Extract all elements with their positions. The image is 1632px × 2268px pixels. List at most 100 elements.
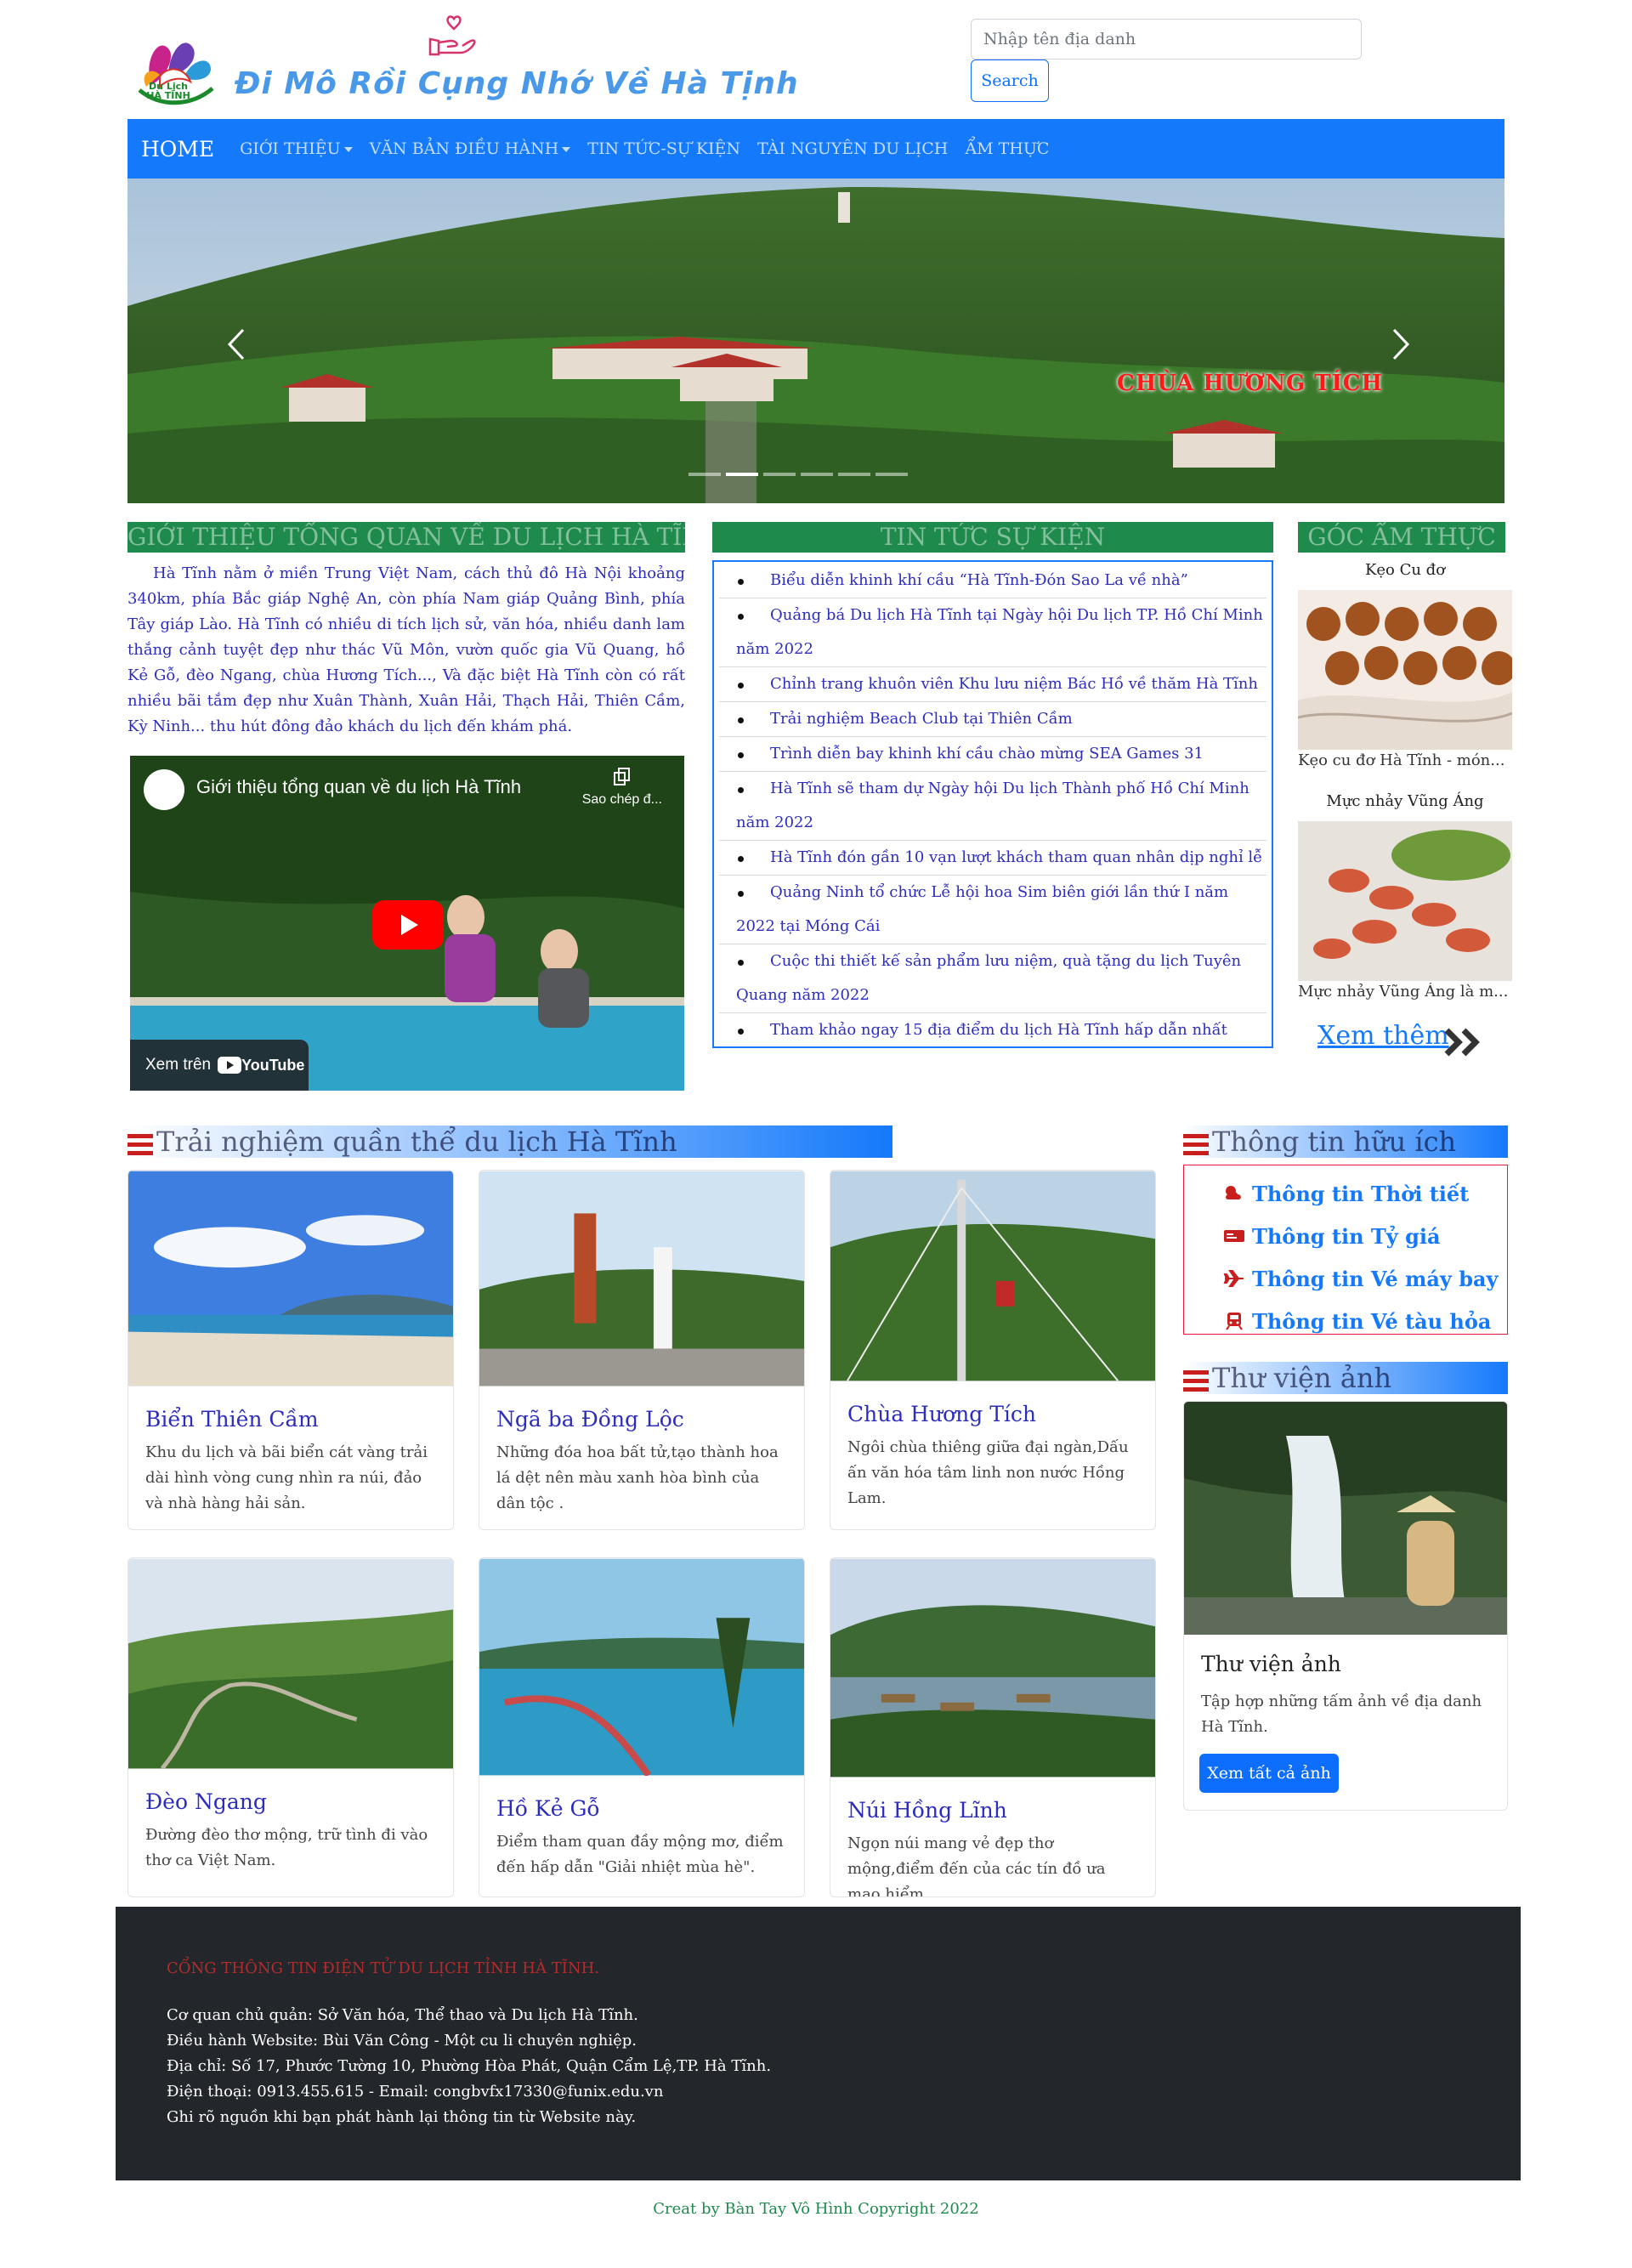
place-card[interactable]: Ngã ba Đồng Lộc Những đóa hoa bất tử,tạo… (479, 1170, 805, 1530)
nav-item-label: GIỚI THIỆU (240, 139, 341, 158)
nav-home[interactable]: HOME (141, 137, 214, 162)
nav-item-gioi-thieu[interactable]: GIỚI THIỆU (240, 139, 353, 158)
news-item[interactable]: Cuộc thi thiết kế sản phẩm lưu niệm, quà… (719, 944, 1266, 1013)
food-image-muc-nhay[interactable] (1298, 821, 1512, 981)
gallery-image[interactable] (1184, 1402, 1508, 1635)
news-heading: TIN TỨC SỰ KIỆN (712, 522, 1273, 553)
place-text: Điểm tham quan đầy mộng mơ, điểm đến hấp… (496, 1833, 784, 1876)
carousel-indicator[interactable] (688, 473, 721, 476)
logo-text: Du Lịch HÀ TĨNH (146, 81, 190, 101)
hand-heart-icon (428, 15, 476, 56)
place-card[interactable]: Đèo Ngang Đường đèo thơ mộng, trữ tình đ… (128, 1557, 454, 1897)
news-item[interactable]: Chỉnh trang khuôn viên Khu lưu niệm Bác … (719, 667, 1266, 702)
gallery-heading: Thư viện ảnh (1183, 1362, 1508, 1394)
place-text: Ngọn núi mang vẻ đẹp thơ mộng,điểm đến c… (847, 1834, 1106, 1897)
food-heading: GÓC ẨM THỰC (1298, 522, 1505, 553)
place-card[interactable]: Chùa Hương Tích Ngôi chùa thiêng giữa đạ… (830, 1170, 1156, 1530)
gallery-card: Thư viện ảnh Tập hợp những tấm ảnh về đị… (1183, 1401, 1508, 1811)
gallery-text: Tập hợp những tấm ảnh về địa danh Hà Tĩn… (1201, 1692, 1482, 1736)
hero-carousel: CHÙA HƯƠNG TÍCH (128, 179, 1504, 503)
weather-info-link[interactable]: Thông tin Thời tiết (1184, 1172, 1507, 1215)
double-chevron-right-icon[interactable] (1442, 1027, 1484, 1057)
carousel-next-icon[interactable] (1384, 323, 1418, 366)
nav-item-label: VĂN BẢN ĐIỀU HÀNH (369, 139, 559, 158)
carousel-indicator-active[interactable] (726, 473, 758, 476)
search-input[interactable] (971, 19, 1362, 60)
video-title[interactable]: Giới thiệu tổng quan về du lịch Hà Tĩnh (196, 776, 521, 798)
food-name: Kẹo Cu đơ (1364, 561, 1446, 579)
caret-down-icon (343, 147, 353, 152)
carousel-slide-image (128, 179, 1504, 503)
news-item[interactable]: Hà Tĩnh đón gần 10 vạn lượt khách tham q… (719, 841, 1266, 876)
place-image-chua-huong-tich (830, 1171, 1155, 1381)
footer-line: Điện thoại: 0913.455.615 - Email: congbv… (167, 2083, 664, 2101)
useful-item-label: Thông tin Vé máy bay (1252, 1266, 1499, 1291)
news-item[interactable]: Biểu diễn khinh khí cầu “Hà Tĩnh-Đón Sao… (719, 564, 1266, 598)
menu-icon (1183, 1133, 1209, 1155)
place-title[interactable]: Chùa Hương Tích (847, 1402, 1138, 1426)
news-item[interactable]: Tham khảo ngay 15 địa điểm du lịch Hà Tĩ… (719, 1013, 1266, 1047)
news-list: Biểu diễn khinh khí cầu “Hà Tĩnh-Đón Sao… (712, 560, 1273, 1048)
place-title[interactable]: Núi Hồng Lĩnh (847, 1798, 1138, 1823)
footer-line: Địa chỉ: Số 17, Phước Tường 10, Phường H… (167, 2057, 772, 2075)
footer-line: Cơ quan chủ quản: Sở Văn hóa, Thể thao v… (167, 2006, 638, 2024)
place-card[interactable]: Biển Thiên Cầm Khu du lịch và bãi biển c… (128, 1170, 454, 1530)
carousel-indicator[interactable] (876, 473, 908, 476)
news-item[interactable]: Trình diễn bay khinh khí cầu chào mừng S… (719, 737, 1266, 772)
nav-item-am-thuc[interactable]: ẨM THỰC (965, 139, 1049, 158)
place-title[interactable]: Biển Thiên Cầm (145, 1407, 436, 1432)
weather-icon (1226, 1186, 1241, 1199)
useful-item-label: Thông tin Thời tiết (1252, 1181, 1470, 1206)
play-icon[interactable] (372, 900, 444, 950)
copy-link-button[interactable]: Sao chép đ... (582, 766, 662, 808)
news-item[interactable]: Trải nghiệm Beach Club tại Thiên Cầm (719, 702, 1266, 737)
news-item[interactable]: Quảng Ninh tổ chức Lễ hội hoa Sim biên g… (719, 876, 1266, 944)
place-text: Khu du lịch và bãi biển cát vàng trải dà… (145, 1443, 428, 1512)
news-item[interactable]: Hà Tĩnh sẽ tham dự Ngày hội Du lịch Thàn… (719, 772, 1266, 841)
flight-ticket-link[interactable]: Thông tin Vé máy bay (1184, 1257, 1507, 1300)
news-item[interactable]: Quảng bá Du lịch Hà Tĩnh tại Ngày hội Du… (719, 598, 1266, 667)
site-logo[interactable] (134, 26, 216, 117)
carousel-prev-icon[interactable] (219, 323, 253, 366)
menu-icon (1183, 1369, 1209, 1392)
place-image-bien-thien-cam (128, 1171, 453, 1386)
see-more-link[interactable]: Xem thêm (1318, 1021, 1449, 1051)
watch-on-youtube-button[interactable]: Xem trên YouTube (130, 1040, 309, 1091)
plane-icon (1223, 1270, 1244, 1287)
place-image-ho-ke-go (479, 1558, 804, 1778)
carousel-indicators (688, 473, 913, 476)
view-all-photos-button[interactable]: Xem tất cả ảnh (1199, 1754, 1339, 1793)
food-desc: Mực nhảy Vũng Áng là m... (1298, 983, 1509, 1001)
intro-text: Hà Tĩnh nằm ở miền Trung Việt Nam, cách … (128, 564, 685, 735)
channel-avatar[interactable] (144, 769, 184, 810)
watch-label: Xem trên (145, 1056, 212, 1074)
gallery-heading-label: Thư viện ảnh (1212, 1362, 1392, 1394)
place-title[interactable]: Đèo Ngang (145, 1789, 436, 1814)
carousel-caption: CHÙA HƯƠNG TÍCH (1117, 371, 1384, 396)
money-icon (1224, 1230, 1244, 1242)
place-title[interactable]: Hồ Kẻ Gỗ (496, 1796, 787, 1821)
carousel-indicator[interactable] (763, 473, 796, 476)
footer-line: Điều hành Website: Bùi Văn Công - Một cu… (167, 2032, 637, 2050)
nav-item-tai-nguyen[interactable]: TÀI NGUYÊN DU LỊCH (757, 139, 948, 158)
menu-icon (128, 1133, 153, 1155)
exchange-rate-link[interactable]: Thông tin Tỷ giá (1184, 1215, 1507, 1257)
place-image-nui-hong-linh (830, 1558, 1155, 1778)
place-card[interactable]: Núi Hồng Lĩnh Ngọn núi mang vẻ đẹp thơ m… (830, 1557, 1156, 1897)
copy-link-label: Sao chép đ... (581, 792, 662, 807)
experience-heading-label: Trải nghiệm quần thể du lịch Hà Tĩnh (156, 1125, 677, 1158)
search-button[interactable]: Search (971, 60, 1049, 102)
food-image-keo-cu-do[interactable] (1298, 590, 1512, 750)
carousel-indicator[interactable] (801, 473, 833, 476)
food-name: Mực nhảy Vũng Áng (1326, 792, 1484, 810)
place-title[interactable]: Ngã ba Đồng Lộc (496, 1407, 787, 1432)
caret-down-icon (562, 147, 571, 152)
youtube-logo: YouTube (218, 1057, 304, 1074)
train-ticket-link[interactable]: Thông tin Vé tàu hỏa (1184, 1300, 1507, 1342)
place-card[interactable]: Hồ Kẻ Gỗ Điểm tham quan đầy mộng mơ, điể… (479, 1557, 805, 1897)
train-icon (1226, 1313, 1243, 1330)
carousel-indicator[interactable] (838, 473, 870, 476)
video-embed[interactable]: Giới thiệu tổng quan về du lịch Hà Tĩnh … (130, 756, 684, 1091)
nav-item-van-ban[interactable]: VĂN BẢN ĐIỀU HÀNH (370, 139, 571, 158)
nav-item-tin-tuc[interactable]: TIN TỨC-SỰ KIỆN (587, 139, 740, 158)
